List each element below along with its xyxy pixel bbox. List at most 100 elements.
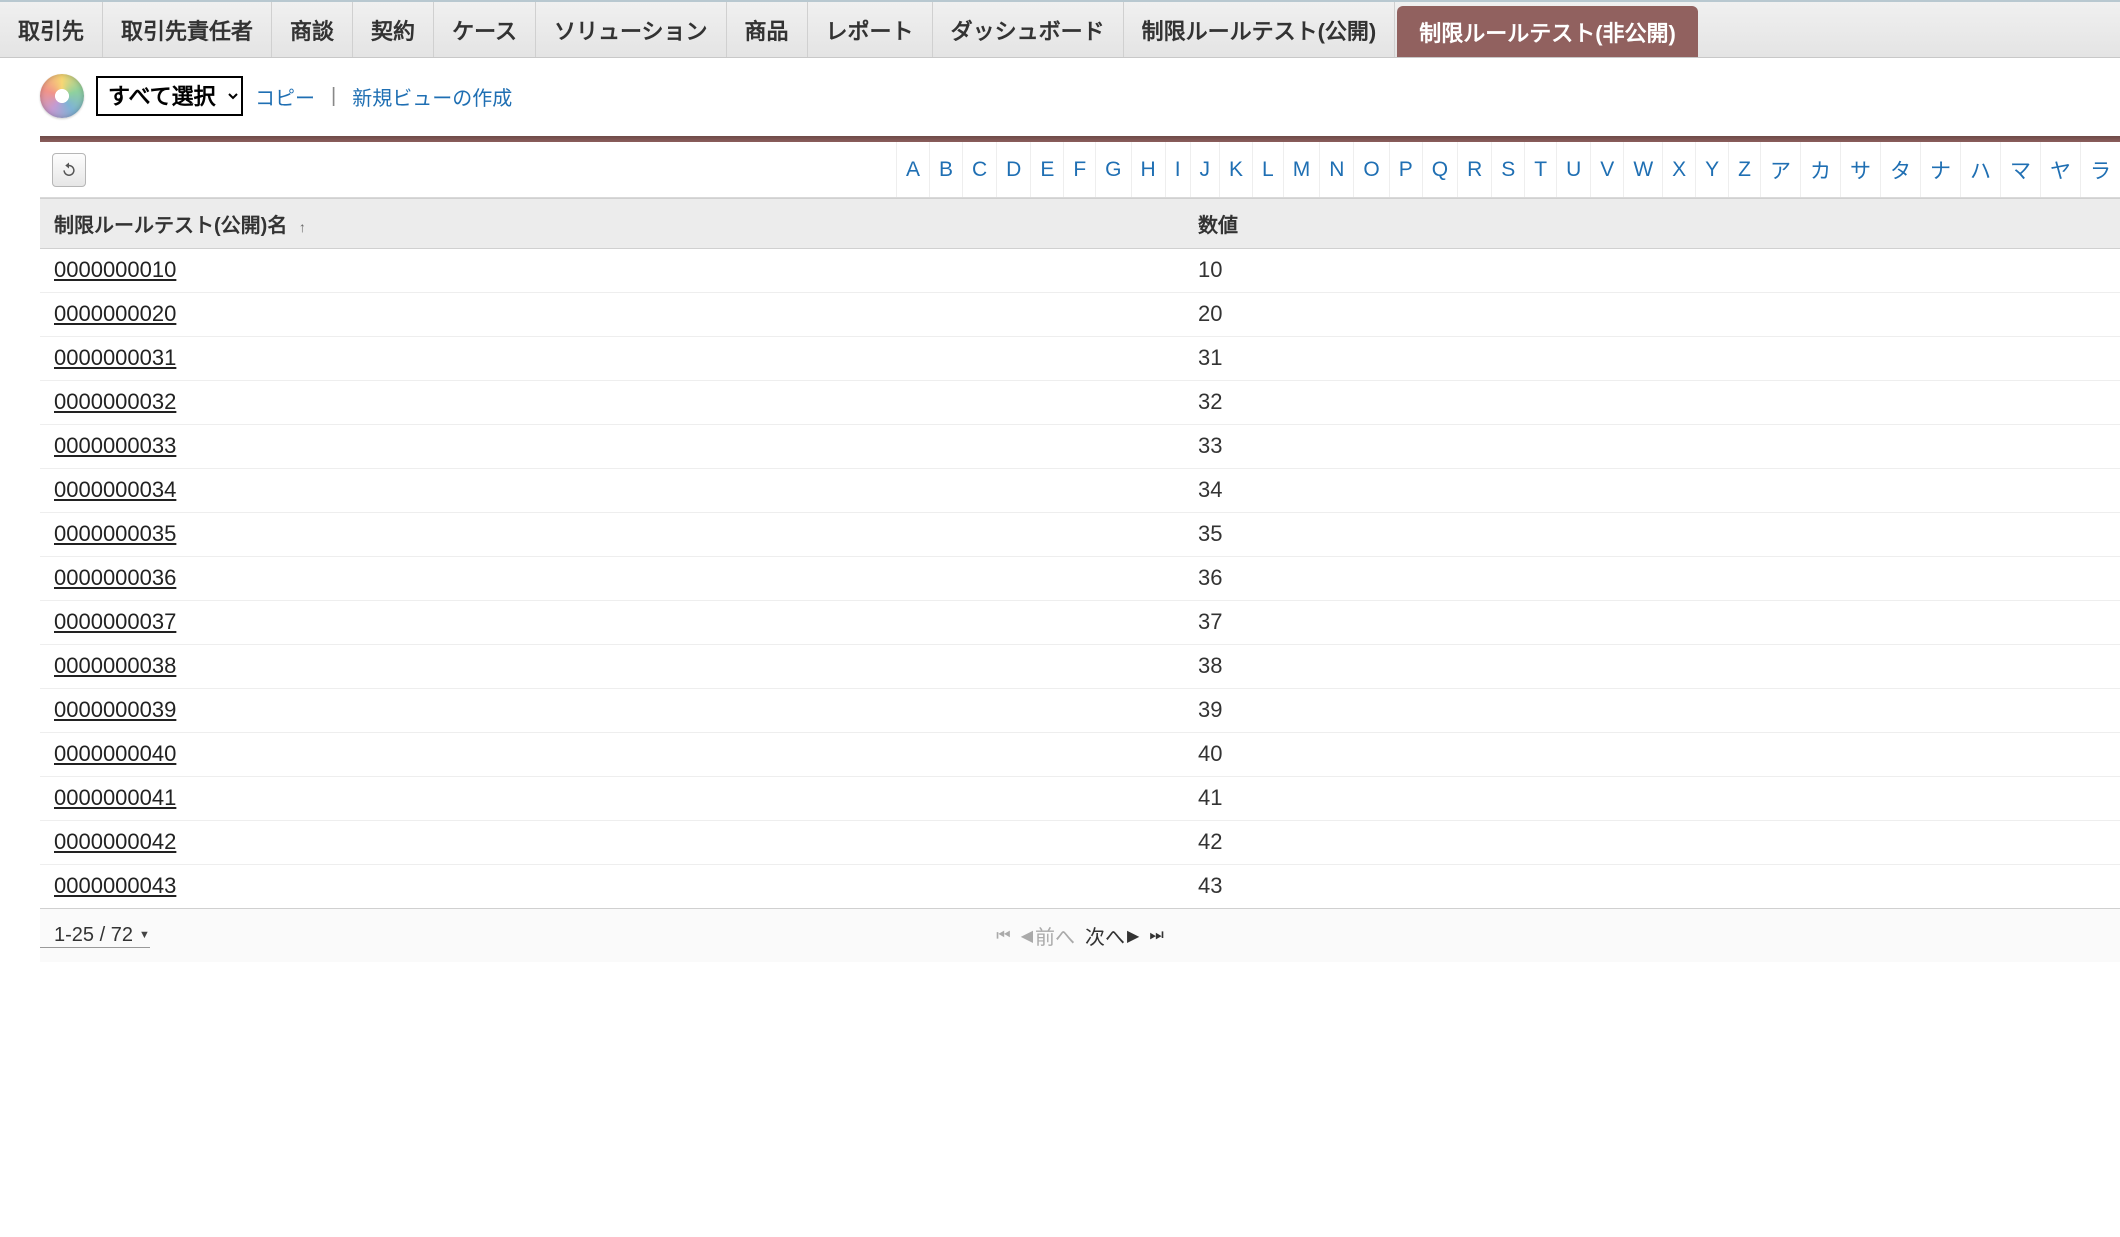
alpha-filter-letter[interactable]: E	[1030, 142, 1063, 197]
column-header-value[interactable]: 数値	[1184, 199, 2120, 249]
cell-value: 31	[1184, 337, 2120, 381]
tab[interactable]: 取引先	[0, 2, 103, 57]
cell-value: 37	[1184, 601, 2120, 645]
alpha-filter-letter[interactable]: B	[929, 142, 962, 197]
first-page-button: ⏮	[996, 927, 1010, 945]
row-range-picker[interactable]: 1-25 / 72 ▼	[40, 924, 150, 948]
record-link[interactable]: 0000000032	[54, 389, 176, 414]
list-footer: 1-25 / 72 ▼ ⏮ ◀前へ 次へ▶ ⏭	[40, 908, 2120, 962]
alpha-filter-letter[interactable]: D	[996, 142, 1030, 197]
tab[interactable]: 商談	[272, 2, 353, 57]
copy-link[interactable]: コピー	[255, 82, 315, 111]
tab-bar: 取引先取引先責任者商談契約ケースソリューション商品レポートダッシュボード制限ルー…	[0, 0, 2120, 58]
table-row: 000000002020	[40, 293, 2120, 337]
tab[interactable]: 取引先責任者	[103, 2, 272, 57]
cell-name: 0000000033	[40, 425, 1184, 469]
alpha-filter-letter[interactable]: H	[1131, 142, 1165, 197]
column-header-name-label: 制限ルールテスト(公開)名	[54, 215, 287, 237]
cell-name: 0000000040	[40, 733, 1184, 777]
alpha-filter-letter[interactable]: I	[1165, 142, 1190, 197]
alpha-filter-letter[interactable]: G	[1095, 142, 1130, 197]
table-row: 0000000033 33	[40, 425, 2120, 469]
column-header-name[interactable]: 制限ルールテスト(公開)名 ↑	[40, 199, 1184, 249]
alpha-filter-letter[interactable]: X	[1662, 142, 1695, 197]
alpha-filter-letter[interactable]: カ	[1800, 142, 1840, 197]
alpha-filter-letter[interactable]: V	[1590, 142, 1623, 197]
tab[interactable]: 商品	[727, 2, 808, 57]
next-page-button[interactable]: 次へ▶	[1085, 921, 1139, 950]
tab[interactable]: レポート	[808, 2, 933, 57]
table-row: 0000000035 35	[40, 513, 2120, 557]
alpha-filter-letter[interactable]: R	[1457, 142, 1491, 197]
cell-value: 34	[1184, 469, 2120, 513]
table-row: 000000003232	[40, 381, 2120, 425]
tab[interactable]: ソリューション	[536, 2, 727, 57]
table-row: 0000000038 38	[40, 645, 2120, 689]
tab[interactable]: 契約	[353, 2, 434, 57]
alpha-filter-letter[interactable]: K	[1219, 142, 1252, 197]
alpha-filter-letter[interactable]: T	[1524, 142, 1556, 197]
alpha-filter-letter[interactable]: M	[1283, 142, 1320, 197]
table-row: 0000000031 31	[40, 337, 2120, 381]
object-icon	[40, 74, 84, 118]
cell-value: 35	[1184, 513, 2120, 557]
alpha-filter-letter[interactable]: マ	[2000, 142, 2040, 197]
record-link[interactable]: 0000000042	[54, 829, 176, 854]
alpha-filter: ABCDEFGHIJKLMNOPQRSTUVWXYZアカサタナハマヤラ	[896, 142, 2120, 197]
alpha-filter-letter[interactable]: Y	[1695, 142, 1728, 197]
record-link[interactable]: 0000000038	[54, 653, 176, 678]
cell-value: 38	[1184, 645, 2120, 689]
alpha-filter-letter[interactable]: サ	[1840, 142, 1880, 197]
tab[interactable]: 制限ルールテスト(非公開)	[1397, 6, 1698, 57]
record-link[interactable]: 0000000041	[54, 785, 176, 810]
alpha-filter-letter[interactable]: ア	[1760, 142, 1800, 197]
alpha-filter-letter[interactable]: S	[1491, 142, 1524, 197]
tab[interactable]: 制限ルールテスト(公開)	[1124, 2, 1396, 57]
alpha-filter-letter[interactable]: U	[1556, 142, 1590, 197]
record-link[interactable]: 0000000033	[54, 433, 176, 458]
alpha-filter-letter[interactable]: P	[1389, 142, 1422, 197]
record-link[interactable]: 0000000039	[54, 697, 176, 722]
alpha-filter-letter[interactable]: ヤ	[2040, 142, 2080, 197]
tab-overflow-button[interactable]	[1700, 2, 1716, 57]
record-link[interactable]: 0000000043	[54, 873, 176, 898]
table-row: 000000003939	[40, 689, 2120, 733]
filter-bar: ABCDEFGHIJKLMNOPQRSTUVWXYZアカサタナハマヤラ	[40, 142, 2120, 198]
tab[interactable]: ダッシュボード	[933, 2, 1124, 57]
alpha-filter-letter[interactable]: N	[1319, 142, 1353, 197]
alpha-filter-letter[interactable]: Z	[1728, 142, 1760, 197]
separator: |	[327, 85, 340, 108]
record-link[interactable]: 0000000035	[54, 521, 176, 546]
record-link[interactable]: 0000000037	[54, 609, 176, 634]
record-link[interactable]: 0000000020	[54, 301, 176, 326]
record-link[interactable]: 0000000036	[54, 565, 176, 590]
alpha-filter-letter[interactable]: O	[1353, 142, 1388, 197]
cell-value: 33	[1184, 425, 2120, 469]
view-select[interactable]: すべて選択	[96, 76, 243, 116]
table-row: 000000004242	[40, 821, 2120, 865]
prev-label: 前へ	[1035, 921, 1075, 950]
alpha-filter-letter[interactable]: W	[1623, 142, 1662, 197]
alpha-filter-letter[interactable]: ナ	[1920, 142, 1960, 197]
new-view-link[interactable]: 新規ビューの作成	[352, 82, 512, 111]
tab[interactable]: ケース	[434, 2, 536, 57]
alpha-filter-letter[interactable]: A	[896, 142, 929, 197]
last-page-button[interactable]: ⏭	[1149, 927, 1163, 945]
cell-value: 10	[1184, 249, 2120, 293]
alpha-filter-letter[interactable]: ハ	[1960, 142, 2000, 197]
record-link[interactable]: 0000000034	[54, 477, 176, 502]
record-link[interactable]: 0000000031	[54, 345, 176, 370]
alpha-filter-letter[interactable]: F	[1063, 142, 1095, 197]
record-link[interactable]: 0000000040	[54, 741, 176, 766]
list-view-toolbar: すべて選択 コピー | 新規ビューの作成	[40, 74, 2120, 136]
alpha-filter-letter[interactable]: J	[1190, 142, 1220, 197]
cell-value: 36	[1184, 557, 2120, 601]
alpha-filter-letter[interactable]: タ	[1880, 142, 1920, 197]
alpha-filter-letter[interactable]: C	[962, 142, 996, 197]
record-link[interactable]: 0000000010	[54, 257, 176, 282]
refresh-button[interactable]	[52, 153, 86, 187]
alpha-filter-letter[interactable]: Q	[1422, 142, 1457, 197]
cell-name: 0000000041	[40, 777, 1184, 821]
alpha-filter-letter[interactable]: ラ	[2080, 142, 2120, 197]
alpha-filter-letter[interactable]: L	[1252, 142, 1283, 197]
